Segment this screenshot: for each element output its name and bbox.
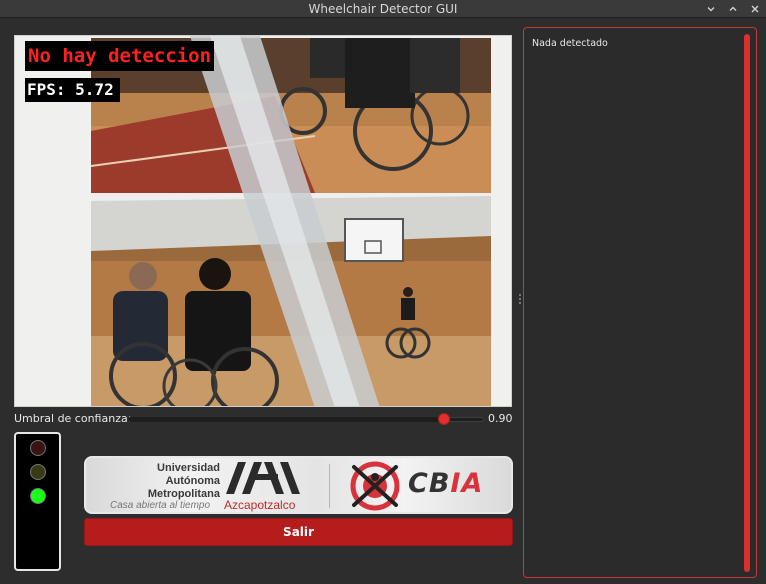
cbia-wordmark: CBIA bbox=[408, 468, 484, 499]
uam-name: Universidad Autónoma Metropolitana bbox=[147, 462, 220, 500]
maximize-button[interactable] bbox=[726, 2, 740, 16]
cbia-emblem-icon bbox=[350, 461, 400, 511]
camera-feed: No hay deteccion FPS: 5.72 bbox=[14, 35, 512, 407]
chevron-down-icon bbox=[707, 7, 715, 12]
close-button[interactable] bbox=[748, 2, 762, 16]
main-area: No hay deteccion FPS: 5.72 Umbral de con… bbox=[0, 18, 766, 584]
chevron-up-icon bbox=[729, 6, 737, 11]
detection-results-panel: Nada detectado bbox=[523, 27, 757, 578]
slider-fill bbox=[128, 417, 444, 422]
uam-unit: Azcapotzalco bbox=[224, 498, 296, 512]
panel-splitter-handle[interactable] bbox=[519, 294, 522, 308]
window-title: Wheelchair Detector GUI bbox=[308, 1, 458, 16]
window-titlebar: Wheelchair Detector GUI bbox=[0, 0, 766, 18]
yellow-light bbox=[30, 464, 46, 480]
window-controls bbox=[704, 0, 762, 18]
close-icon bbox=[751, 5, 759, 13]
detection-status-overlay: No hay deteccion bbox=[25, 41, 214, 71]
results-scrollbar[interactable] bbox=[744, 34, 750, 572]
green-light bbox=[30, 488, 46, 504]
institution-logos-banner: Universidad Autónoma Metropolitana Casa … bbox=[84, 456, 513, 514]
confidence-value: 0.90 bbox=[488, 412, 513, 425]
detection-results-text: Nada detectado bbox=[532, 38, 608, 49]
confidence-label: Umbral de confianza: bbox=[14, 412, 132, 425]
uam-tagline: Casa abierta al tiempo bbox=[110, 500, 211, 511]
confidence-slider[interactable] bbox=[128, 413, 484, 425]
uam-logo-icon bbox=[226, 462, 300, 494]
minimize-button[interactable] bbox=[704, 2, 718, 16]
exit-button[interactable]: Salir bbox=[84, 518, 513, 546]
logo-divider bbox=[329, 464, 330, 508]
red-light bbox=[30, 440, 46, 456]
slider-thumb[interactable] bbox=[438, 413, 450, 425]
traffic-light bbox=[14, 432, 61, 571]
fps-overlay: FPS: 5.72 bbox=[25, 78, 120, 102]
